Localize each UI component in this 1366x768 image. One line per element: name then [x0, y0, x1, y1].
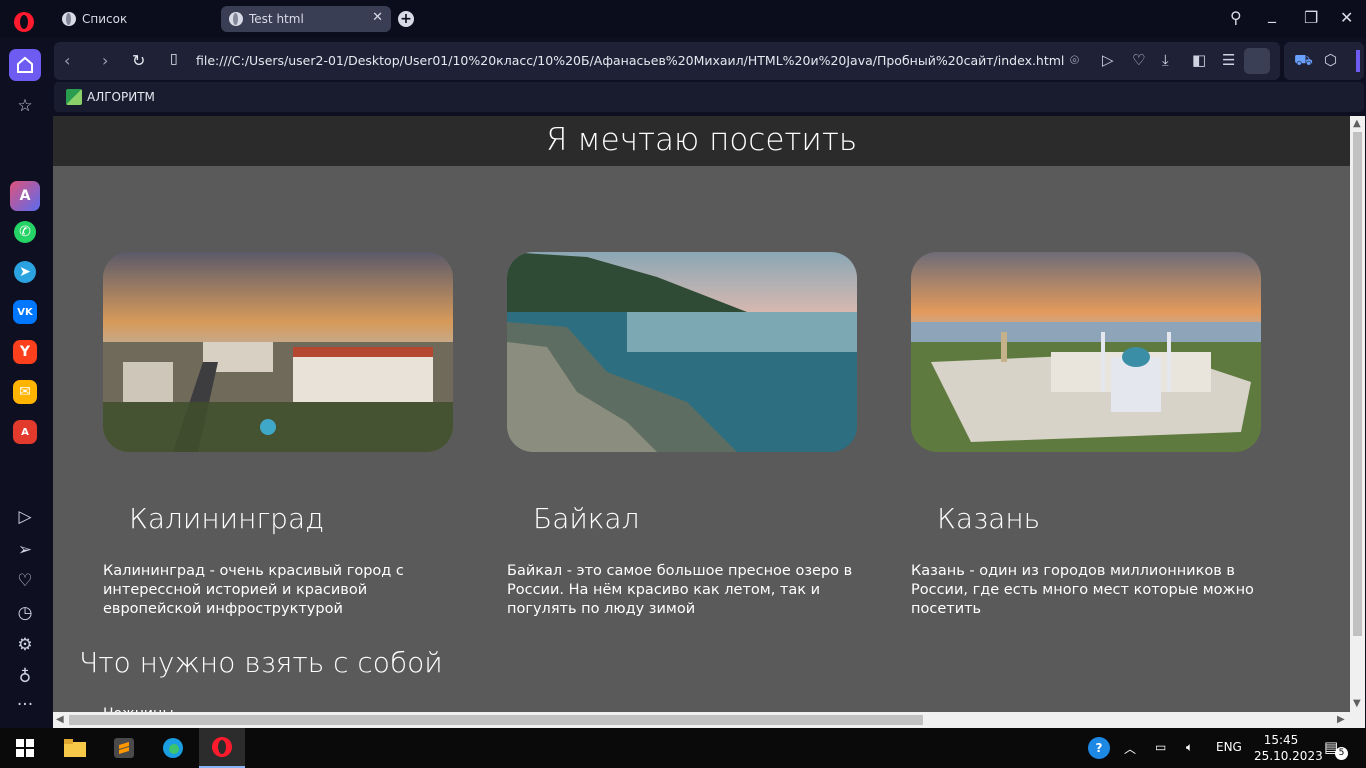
- reload-icon[interactable]: ↻: [132, 51, 145, 70]
- translate-icon[interactable]: A: [13, 420, 37, 444]
- restore-button[interactable]: ❐: [1304, 8, 1318, 27]
- section-title: Что нужно взять с собой: [79, 646, 443, 679]
- card-text-kazan: Казань - один из городов миллионников в …: [911, 563, 1254, 617]
- heart-icon[interactable]: ♡: [1132, 51, 1145, 69]
- battery-icon[interactable]: ▭: [1155, 740, 1166, 754]
- profile-button[interactable]: [1244, 48, 1270, 74]
- mail-icon[interactable]: ✉: [13, 380, 37, 404]
- vertical-scroll-thumb[interactable]: [1353, 132, 1362, 636]
- windows-taskbar: ? ︿ ▭ 🔈︎ ENG 15:45 25.10.2023 ▤ 5: [0, 728, 1366, 768]
- scroll-right-icon[interactable]: ▶: [1337, 714, 1345, 725]
- help-icon[interactable]: ?: [1088, 737, 1110, 759]
- star-icon[interactable]: ☆: [13, 94, 37, 118]
- volume-icon[interactable]: 🔈︎: [1186, 740, 1193, 755]
- scroll-up-icon[interactable]: ▲: [1353, 118, 1361, 129]
- battery-saver-icon[interactable]: ◧: [1192, 51, 1206, 69]
- more-icon[interactable]: ···: [13, 693, 37, 717]
- minimize-button[interactable]: _: [1268, 4, 1276, 23]
- settings-icon[interactable]: ⚙: [13, 633, 37, 657]
- address-bar: ‹ › ↻ ▯ file:///C:/Users/user2-01/Deskto…: [54, 42, 1280, 80]
- bookmark-label: АЛГОРИТМ: [87, 90, 155, 104]
- easy-setup-icon[interactable]: ☰: [1222, 51, 1235, 69]
- file-explorer-icon[interactable]: [52, 728, 98, 768]
- card-title-baikal: Байкал: [533, 502, 640, 535]
- opera-logo-icon[interactable]: [14, 12, 34, 32]
- bookmarks-bar: АЛГОРИТМ: [54, 82, 1364, 112]
- algoritm-icon: [66, 89, 82, 105]
- bookmark-algoritm[interactable]: АЛГОРИТМ: [66, 89, 155, 105]
- lightbulb-icon[interactable]: ♁: [13, 665, 37, 689]
- cart-icon[interactable]: ⛟: [1294, 51, 1313, 71]
- telegram-icon[interactable]: ➤: [14, 261, 36, 283]
- card-text-kaliningrad: Калининград - очень красивый город с инт…: [103, 563, 404, 617]
- opera-taskbar-icon[interactable]: [199, 728, 245, 768]
- title-bar: Список Test html ✕ + ⚲ _ ❐ ✕: [0, 0, 1366, 38]
- extensions-area: ⛟ ⬡: [1284, 42, 1364, 80]
- time: 15:45: [1263, 733, 1299, 747]
- close-tab-icon[interactable]: ✕: [372, 10, 383, 25]
- send-icon[interactable]: ➢: [13, 538, 37, 562]
- camera-icon[interactable]: ⌾: [1070, 51, 1079, 69]
- notification-count: 5: [1335, 747, 1348, 760]
- close-window-button[interactable]: ✕: [1340, 8, 1353, 27]
- send-icon[interactable]: ▷: [1102, 51, 1114, 69]
- clock[interactable]: 15:45 25.10.2023: [1254, 732, 1323, 764]
- globe-icon: [62, 12, 76, 26]
- card-text-baikal: Байкал - это самое большое пресное озеро…: [507, 563, 853, 617]
- scroll-left-icon[interactable]: ◀: [56, 714, 64, 725]
- vertical-scrollbar[interactable]: ▲ ▼: [1350, 116, 1365, 728]
- page-title: Я мечтаю посетить: [545, 122, 858, 158]
- notifications-icon[interactable]: ▤ 5: [1324, 738, 1348, 760]
- tab-label: Test html: [249, 12, 304, 26]
- language-indicator[interactable]: ENG: [1216, 740, 1242, 754]
- scroll-down-icon[interactable]: ▼: [1353, 698, 1361, 709]
- download-icon[interactable]: ⤓: [1162, 51, 1169, 69]
- horizontal-scrollbar[interactable]: ◀ ▶: [53, 712, 1350, 728]
- search-icon[interactable]: ⚲: [1230, 8, 1242, 27]
- page-header: Я мечтаю посетить: [53, 116, 1350, 166]
- kazan-photo: [911, 252, 1261, 452]
- date: 25.10.2023: [1254, 749, 1323, 763]
- tab-label: Список: [82, 12, 128, 26]
- new-tab-button[interactable]: +: [398, 11, 414, 27]
- aria-icon[interactable]: A: [10, 181, 40, 211]
- globe-icon: [229, 12, 243, 26]
- kaliningrad-photo: [103, 252, 453, 452]
- forward-icon[interactable]: ›: [102, 51, 108, 70]
- sidebar-accent: [1356, 50, 1360, 72]
- back-icon[interactable]: ‹: [64, 51, 70, 70]
- card-title-kazan: Казань: [937, 502, 1041, 535]
- tab-test-html[interactable]: Test html ✕: [221, 6, 391, 32]
- horizontal-scroll-thumb[interactable]: [69, 715, 923, 725]
- sublime-text-icon[interactable]: [101, 728, 147, 768]
- whatsapp-icon[interactable]: ✆: [14, 221, 36, 243]
- edge-icon[interactable]: [150, 728, 196, 768]
- yandex-icon[interactable]: Y: [13, 340, 37, 364]
- home-icon[interactable]: [9, 49, 41, 81]
- chevron-up-icon[interactable]: ︿: [1124, 740, 1136, 757]
- baikal-photo: [507, 252, 857, 452]
- tab-spisok[interactable]: Список: [54, 6, 214, 32]
- heart-icon[interactable]: ♡: [13, 569, 37, 593]
- web-page: Я мечтаю посетить Калининград Калинингра…: [53, 116, 1365, 728]
- file-icon: ▯: [170, 51, 178, 67]
- card-title-kaliningrad: Калининград: [129, 502, 325, 535]
- url-input[interactable]: file:///C:/Users/user2-01/Desktop/User01…: [196, 53, 1064, 68]
- opera-sidebar: ☆ A ✆ ➤ VK Y ✉ A ▷ ➢ ♡ ◷ ⚙ ♁ ···: [0, 38, 50, 728]
- extensions-icon[interactable]: ⬡: [1324, 51, 1337, 69]
- vk-icon[interactable]: VK: [13, 300, 37, 324]
- player-icon[interactable]: ▷: [13, 505, 37, 529]
- start-button[interactable]: [2, 728, 48, 768]
- history-icon[interactable]: ◷: [13, 601, 37, 625]
